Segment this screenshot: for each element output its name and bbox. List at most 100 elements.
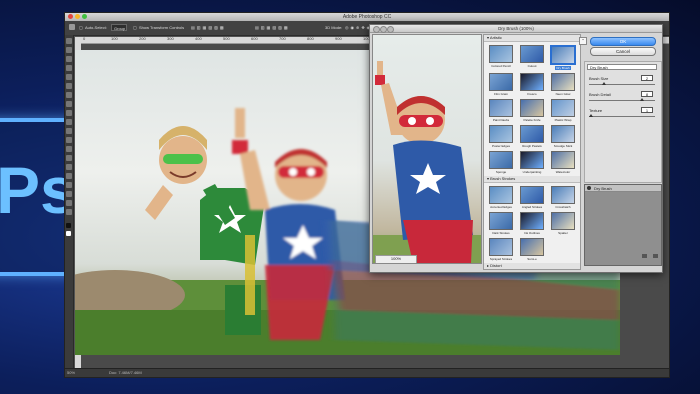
slider-knob[interactable]: [601, 82, 606, 85]
effect-layer-row[interactable]: Dry Brush: [585, 185, 661, 192]
filter-thumb-label: Angled Strokes: [521, 205, 543, 209]
filter-thumb[interactable]: Rough Pastels: [518, 125, 546, 148]
filter-preview[interactable]: 100%: [372, 34, 482, 264]
filter-thumb[interactable]: Watercolor: [549, 151, 577, 174]
filter-thumb-label: Sprayed Strokes: [489, 257, 513, 261]
filter-thumb[interactable]: Sumi-e: [518, 238, 546, 261]
filter-thumb-image: [489, 212, 513, 230]
filter-thumb[interactable]: Smudge Stick: [549, 125, 577, 148]
tool-zoom-icon[interactable]: [66, 209, 72, 215]
tool-dodge-icon[interactable]: [66, 155, 72, 161]
filter-gallery-dialog: Dry Brush (100%) 100% ▾ Artistic Colored…: [369, 24, 663, 273]
filter-thumb[interactable]: Cutout: [518, 45, 546, 70]
filter-thumb-label: Underpainting: [522, 170, 542, 174]
slider-knob[interactable]: [640, 98, 645, 101]
filter-thumb-image: [489, 238, 513, 256]
new-effect-layer-icon[interactable]: [641, 254, 647, 258]
filter-thumb-image: [551, 186, 575, 204]
ruler-tick-label: 200: [139, 36, 146, 41]
param-slider[interactable]: [589, 114, 655, 117]
param-value-input[interactable]: 8: [641, 91, 653, 97]
filter-thumb[interactable]: Poster Edges: [487, 125, 515, 148]
auto-select-checkbox[interactable]: ▢: [79, 24, 83, 31]
filter-thumb-image: [551, 151, 575, 169]
tool-heal-icon[interactable]: [66, 92, 72, 98]
tool-brush-icon[interactable]: [66, 101, 72, 107]
preview-zoom[interactable]: 100%: [375, 255, 417, 263]
distribute-icons[interactable]: ▤▥▦▧▨▩: [255, 24, 290, 31]
collapse-gallery-icon[interactable]: ⌃: [579, 37, 587, 45]
folder-collapsed[interactable]: ▸ Distort: [484, 263, 580, 269]
background-color-swatch[interactable]: [66, 231, 71, 236]
filter-thumb[interactable]: Dry Brush: [549, 45, 577, 70]
param-value-input[interactable]: 2: [641, 75, 653, 81]
tool-blur-icon[interactable]: [66, 146, 72, 152]
filter-thumb[interactable]: Palette Knife: [518, 99, 546, 122]
filter-thumb-label: Plastic Wrap: [554, 118, 572, 122]
visibility-icon[interactable]: [587, 186, 591, 190]
filter-settings: Dry Brush Brush Size 2 Brush Detail 8 Textur…: [584, 61, 662, 183]
delete-effect-layer-icon[interactable]: [653, 254, 658, 258]
tool-lasso-icon[interactable]: [66, 56, 72, 62]
filter-thumb[interactable]: Plastic Wrap: [549, 99, 577, 122]
auto-select-dropdown[interactable]: Group: [111, 24, 127, 31]
filter-thumb[interactable]: Spatter: [549, 212, 577, 235]
filter-thumb[interactable]: Colored Pencil: [487, 45, 515, 70]
move-tool-icon[interactable]: [69, 24, 75, 30]
tool-wand-icon[interactable]: [66, 65, 72, 71]
tool-type-icon[interactable]: [66, 173, 72, 179]
dialog-minimize-icon[interactable]: [380, 26, 387, 33]
filter-thumb-image: [489, 45, 513, 63]
tool-hand-icon[interactable]: [66, 200, 72, 206]
filter-thumb[interactable]: Film Grain: [487, 73, 515, 96]
filter-thumb[interactable]: Paint Daubs: [487, 99, 515, 122]
filter-thumb[interactable]: Sprayed Strokes: [487, 238, 515, 261]
filter-thumb-image: [551, 125, 575, 143]
folder-brush-strokes[interactable]: ▾ Brush Strokes: [484, 176, 580, 183]
slider-knob[interactable]: [589, 114, 593, 117]
tool-pen-icon[interactable]: [66, 164, 72, 170]
ruler-tick-label: 800: [307, 36, 314, 41]
filter-thumb[interactable]: Accented Edges: [487, 186, 515, 209]
transform-checkbox[interactable]: ▢: [133, 24, 137, 31]
tool-move-icon[interactable]: [66, 38, 72, 44]
ruler-tick-label: 400: [195, 36, 202, 41]
filter-thumb-image: [520, 212, 544, 230]
filter-controls: ⌃ OK Cancel Dry Brush Brush Size 2 Brush D…: [579, 34, 662, 270]
tool-stamp-icon[interactable]: [66, 110, 72, 116]
filter-thumb[interactable]: Crosshatch: [549, 186, 577, 209]
filter-thumb-label: Colored Pencil: [491, 64, 511, 68]
param-slider[interactable]: [589, 98, 655, 101]
dialog-zoom-icon[interactable]: [387, 26, 394, 33]
3d-mode-icons[interactable]: ◎◉⊕✥◈: [345, 24, 372, 31]
filter-thumb[interactable]: Neon Glow: [549, 73, 577, 96]
filter-thumb-image: [550, 45, 576, 65]
tool-marquee-icon[interactable]: [66, 47, 72, 53]
tool-history-icon[interactable]: [66, 119, 72, 125]
param-slider[interactable]: [589, 82, 655, 85]
tool-gradient-icon[interactable]: [66, 137, 72, 143]
filter-thumb[interactable]: Dark Strokes: [487, 212, 515, 235]
foreground-color-swatch[interactable]: [66, 223, 71, 228]
param-value-input[interactable]: 1: [641, 107, 653, 113]
align-icons[interactable]: ▤▥▦▧▨▩: [191, 24, 226, 31]
doc-size: Doc: 7.46M/7.46M: [109, 370, 142, 375]
tool-eraser-icon[interactable]: [66, 128, 72, 134]
dialog-close-icon[interactable]: [373, 26, 380, 33]
filter-thumb[interactable]: Angled Strokes: [518, 186, 546, 209]
ok-button[interactable]: OK: [590, 37, 656, 46]
filter-thumb[interactable]: Fresco: [518, 73, 546, 96]
folder-artistic[interactable]: ▾ Artistic: [484, 35, 580, 42]
filter-thumb[interactable]: Sponge: [487, 151, 515, 174]
zoom-level[interactable]: 50%: [67, 370, 75, 375]
filter-thumb[interactable]: Underpainting: [518, 151, 546, 174]
collapsed-folders: ▸ Distort▸ Sketch▸ Stylize▸ Texture: [484, 263, 580, 269]
tool-eyedropper-icon[interactable]: [66, 83, 72, 89]
cancel-button[interactable]: Cancel: [590, 47, 656, 56]
filter-dropdown[interactable]: Dry Brush: [587, 64, 657, 70]
filter-thumb[interactable]: Ink Outlines: [518, 212, 546, 235]
tool-crop-icon[interactable]: [66, 74, 72, 80]
filter-gallery: ▾ Artistic Colored Pencil Cutout Dry Brush…: [483, 34, 581, 270]
tool-shape-icon[interactable]: [66, 191, 72, 197]
tool-path-icon[interactable]: [66, 182, 72, 188]
